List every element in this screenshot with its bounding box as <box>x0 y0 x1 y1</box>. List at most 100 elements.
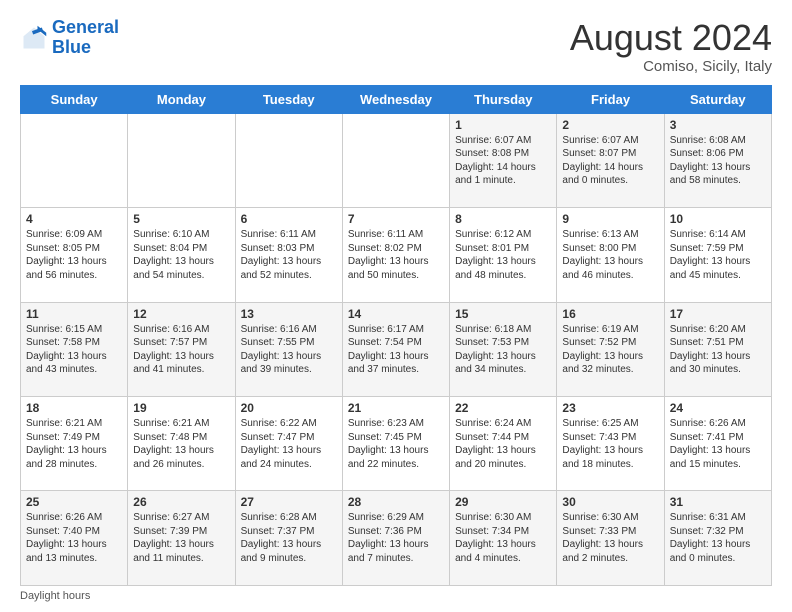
day-number: 13 <box>241 307 337 321</box>
day-info: Sunrise: 6:14 AM Sunset: 7:59 PM Dayligh… <box>670 228 766 282</box>
day-number: 5 <box>133 212 229 226</box>
calendar-day-cell: 11 Sunrise: 6:15 AM Sunset: 7:58 PM Dayli… <box>21 302 128 396</box>
calendar-week-row: 11 Sunrise: 6:15 AM Sunset: 7:58 PM Dayli… <box>21 302 772 396</box>
day-number: 24 <box>670 401 766 415</box>
day-info: Sunrise: 6:26 AM Sunset: 7:41 PM Dayligh… <box>670 417 766 471</box>
calendar-day-cell: 24 Sunrise: 6:26 AM Sunset: 7:41 PM Dayli… <box>664 397 771 491</box>
day-info: Sunrise: 6:18 AM Sunset: 7:53 PM Dayligh… <box>455 323 551 377</box>
day-info: Sunrise: 6:26 AM Sunset: 7:40 PM Dayligh… <box>26 511 122 565</box>
logo-icon <box>20 24 48 52</box>
calendar-day-cell: 30 Sunrise: 6:30 AM Sunset: 7:33 PM Dayli… <box>557 491 664 586</box>
day-info: Sunrise: 6:13 AM Sunset: 8:00 PM Dayligh… <box>562 228 658 282</box>
calendar-day-cell: 8 Sunrise: 6:12 AM Sunset: 8:01 PM Daylig… <box>450 208 557 302</box>
calendar-day-cell: 29Sunrise: 6:30 AM Sunset: 7:34 PM Dayli… <box>450 491 557 586</box>
logo-text: General Blue <box>52 18 119 58</box>
title-block: August 2024 Comiso, Sicily, Italy <box>570 18 772 75</box>
day-info: Sunrise: 6:25 AM Sunset: 7:43 PM Dayligh… <box>562 417 658 471</box>
day-number: 14 <box>348 307 444 321</box>
day-number: 4 <box>26 212 122 226</box>
day-info: Sunrise: 6:19 AM Sunset: 7:52 PM Dayligh… <box>562 323 658 377</box>
logo: General Blue <box>20 18 119 58</box>
calendar-day-cell: 3Sunrise: 6:08 AM Sunset: 8:06 PM Daylig… <box>664 113 771 207</box>
calendar-week-row: 4 Sunrise: 6:09 AM Sunset: 8:05 PM Daylig… <box>21 208 772 302</box>
calendar-day-cell: 25 Sunrise: 6:26 AM Sunset: 7:40 PM Dayli… <box>21 491 128 586</box>
day-info: Sunrise: 6:17 AM Sunset: 7:54 PM Dayligh… <box>348 323 444 377</box>
calendar-day-cell: 31Sunrise: 6:31 AM Sunset: 7:32 PM Dayli… <box>664 491 771 586</box>
day-of-week-header: Saturday <box>664 85 771 113</box>
day-info: Sunrise: 6:28 AM Sunset: 7:37 PM Dayligh… <box>241 511 337 565</box>
day-info: Sunrise: 6:21 AM Sunset: 7:48 PM Dayligh… <box>133 417 229 471</box>
day-number: 23 <box>562 401 658 415</box>
day-number: 28 <box>348 495 444 509</box>
day-number: 16 <box>562 307 658 321</box>
day-number: 17 <box>670 307 766 321</box>
day-number: 20 <box>241 401 337 415</box>
day-info: Sunrise: 6:09 AM Sunset: 8:05 PM Dayligh… <box>26 228 122 282</box>
day-of-week-header: Thursday <box>450 85 557 113</box>
day-number: 2 <box>562 118 658 132</box>
calendar-day-cell: 5Sunrise: 6:10 AM Sunset: 8:04 PM Daylig… <box>128 208 235 302</box>
calendar-day-cell: 12 Sunrise: 6:16 AM Sunset: 7:57 PM Dayli… <box>128 302 235 396</box>
day-number: 26 <box>133 495 229 509</box>
calendar-day-cell: 9 Sunrise: 6:13 AM Sunset: 8:00 PM Daylig… <box>557 208 664 302</box>
day-number: 29 <box>455 495 551 509</box>
calendar-day-cell <box>21 113 128 207</box>
day-info: Sunrise: 6:30 AM Sunset: 7:33 PM Dayligh… <box>562 511 658 565</box>
calendar-week-row: 18Sunrise: 6:21 AM Sunset: 7:49 PM Dayli… <box>21 397 772 491</box>
calendar-day-cell <box>342 113 449 207</box>
day-info: Sunrise: 6:23 AM Sunset: 7:45 PM Dayligh… <box>348 417 444 471</box>
day-number: 30 <box>562 495 658 509</box>
day-number: 31 <box>670 495 766 509</box>
month-year: August 2024 <box>570 18 772 58</box>
day-number: 22 <box>455 401 551 415</box>
calendar-week-row: 1Sunrise: 6:07 AM Sunset: 8:08 PM Daylig… <box>21 113 772 207</box>
calendar-day-cell: 4 Sunrise: 6:09 AM Sunset: 8:05 PM Daylig… <box>21 208 128 302</box>
calendar-day-cell: 27 Sunrise: 6:28 AM Sunset: 7:37 PM Dayli… <box>235 491 342 586</box>
day-number: 15 <box>455 307 551 321</box>
day-of-week-header: Wednesday <box>342 85 449 113</box>
day-of-week-header: Sunday <box>21 85 128 113</box>
calendar-day-cell: 2 Sunrise: 6:07 AM Sunset: 8:07 PM Daylig… <box>557 113 664 207</box>
day-info: Sunrise: 6:16 AM Sunset: 7:57 PM Dayligh… <box>133 323 229 377</box>
calendar-day-cell: 10Sunrise: 6:14 AM Sunset: 7:59 PM Dayli… <box>664 208 771 302</box>
day-number: 11 <box>26 307 122 321</box>
day-info: Sunrise: 6:22 AM Sunset: 7:47 PM Dayligh… <box>241 417 337 471</box>
day-info: Sunrise: 6:16 AM Sunset: 7:55 PM Dayligh… <box>241 323 337 377</box>
day-of-week-header: Tuesday <box>235 85 342 113</box>
footer: Daylight hours <box>20 590 772 602</box>
day-number: 25 <box>26 495 122 509</box>
calendar-day-cell: 18Sunrise: 6:21 AM Sunset: 7:49 PM Dayli… <box>21 397 128 491</box>
calendar-day-cell: 14 Sunrise: 6:17 AM Sunset: 7:54 PM Dayli… <box>342 302 449 396</box>
page: General Blue August 2024 Comiso, Sicily,… <box>0 0 792 612</box>
day-info: Sunrise: 6:07 AM Sunset: 8:08 PM Dayligh… <box>455 134 551 188</box>
day-number: 8 <box>455 212 551 226</box>
calendar-week-row: 25 Sunrise: 6:26 AM Sunset: 7:40 PM Dayli… <box>21 491 772 586</box>
day-info: Sunrise: 6:11 AM Sunset: 8:02 PM Dayligh… <box>348 228 444 282</box>
calendar-day-cell: 17 Sunrise: 6:20 AM Sunset: 7:51 PM Dayli… <box>664 302 771 396</box>
day-number: 9 <box>562 212 658 226</box>
calendar-day-cell: 21Sunrise: 6:23 AM Sunset: 7:45 PM Dayli… <box>342 397 449 491</box>
day-info: Sunrise: 6:15 AM Sunset: 7:58 PM Dayligh… <box>26 323 122 377</box>
day-number: 18 <box>26 401 122 415</box>
day-info: Sunrise: 6:24 AM Sunset: 7:44 PM Dayligh… <box>455 417 551 471</box>
day-info: Sunrise: 6:12 AM Sunset: 8:01 PM Dayligh… <box>455 228 551 282</box>
day-of-week-header: Friday <box>557 85 664 113</box>
calendar-day-cell: 26Sunrise: 6:27 AM Sunset: 7:39 PM Dayli… <box>128 491 235 586</box>
calendar-day-cell: 13 Sunrise: 6:16 AM Sunset: 7:55 PM Dayli… <box>235 302 342 396</box>
day-info: Sunrise: 6:11 AM Sunset: 8:03 PM Dayligh… <box>241 228 337 282</box>
day-info: Sunrise: 6:07 AM Sunset: 8:07 PM Dayligh… <box>562 134 658 188</box>
day-of-week-header: Monday <box>128 85 235 113</box>
calendar-day-cell: 15 Sunrise: 6:18 AM Sunset: 7:53 PM Dayli… <box>450 302 557 396</box>
calendar-day-cell: 19 Sunrise: 6:21 AM Sunset: 7:48 PM Dayli… <box>128 397 235 491</box>
location: Comiso, Sicily, Italy <box>570 58 772 75</box>
header: General Blue August 2024 Comiso, Sicily,… <box>20 18 772 75</box>
day-info: Sunrise: 6:20 AM Sunset: 7:51 PM Dayligh… <box>670 323 766 377</box>
day-number: 12 <box>133 307 229 321</box>
day-number: 19 <box>133 401 229 415</box>
calendar-day-cell: 22 Sunrise: 6:24 AM Sunset: 7:44 PM Dayli… <box>450 397 557 491</box>
calendar-table: SundayMondayTuesdayWednesdayThursdayFrid… <box>20 85 772 586</box>
calendar-day-cell <box>235 113 342 207</box>
day-number: 27 <box>241 495 337 509</box>
day-number: 7 <box>348 212 444 226</box>
day-number: 3 <box>670 118 766 132</box>
